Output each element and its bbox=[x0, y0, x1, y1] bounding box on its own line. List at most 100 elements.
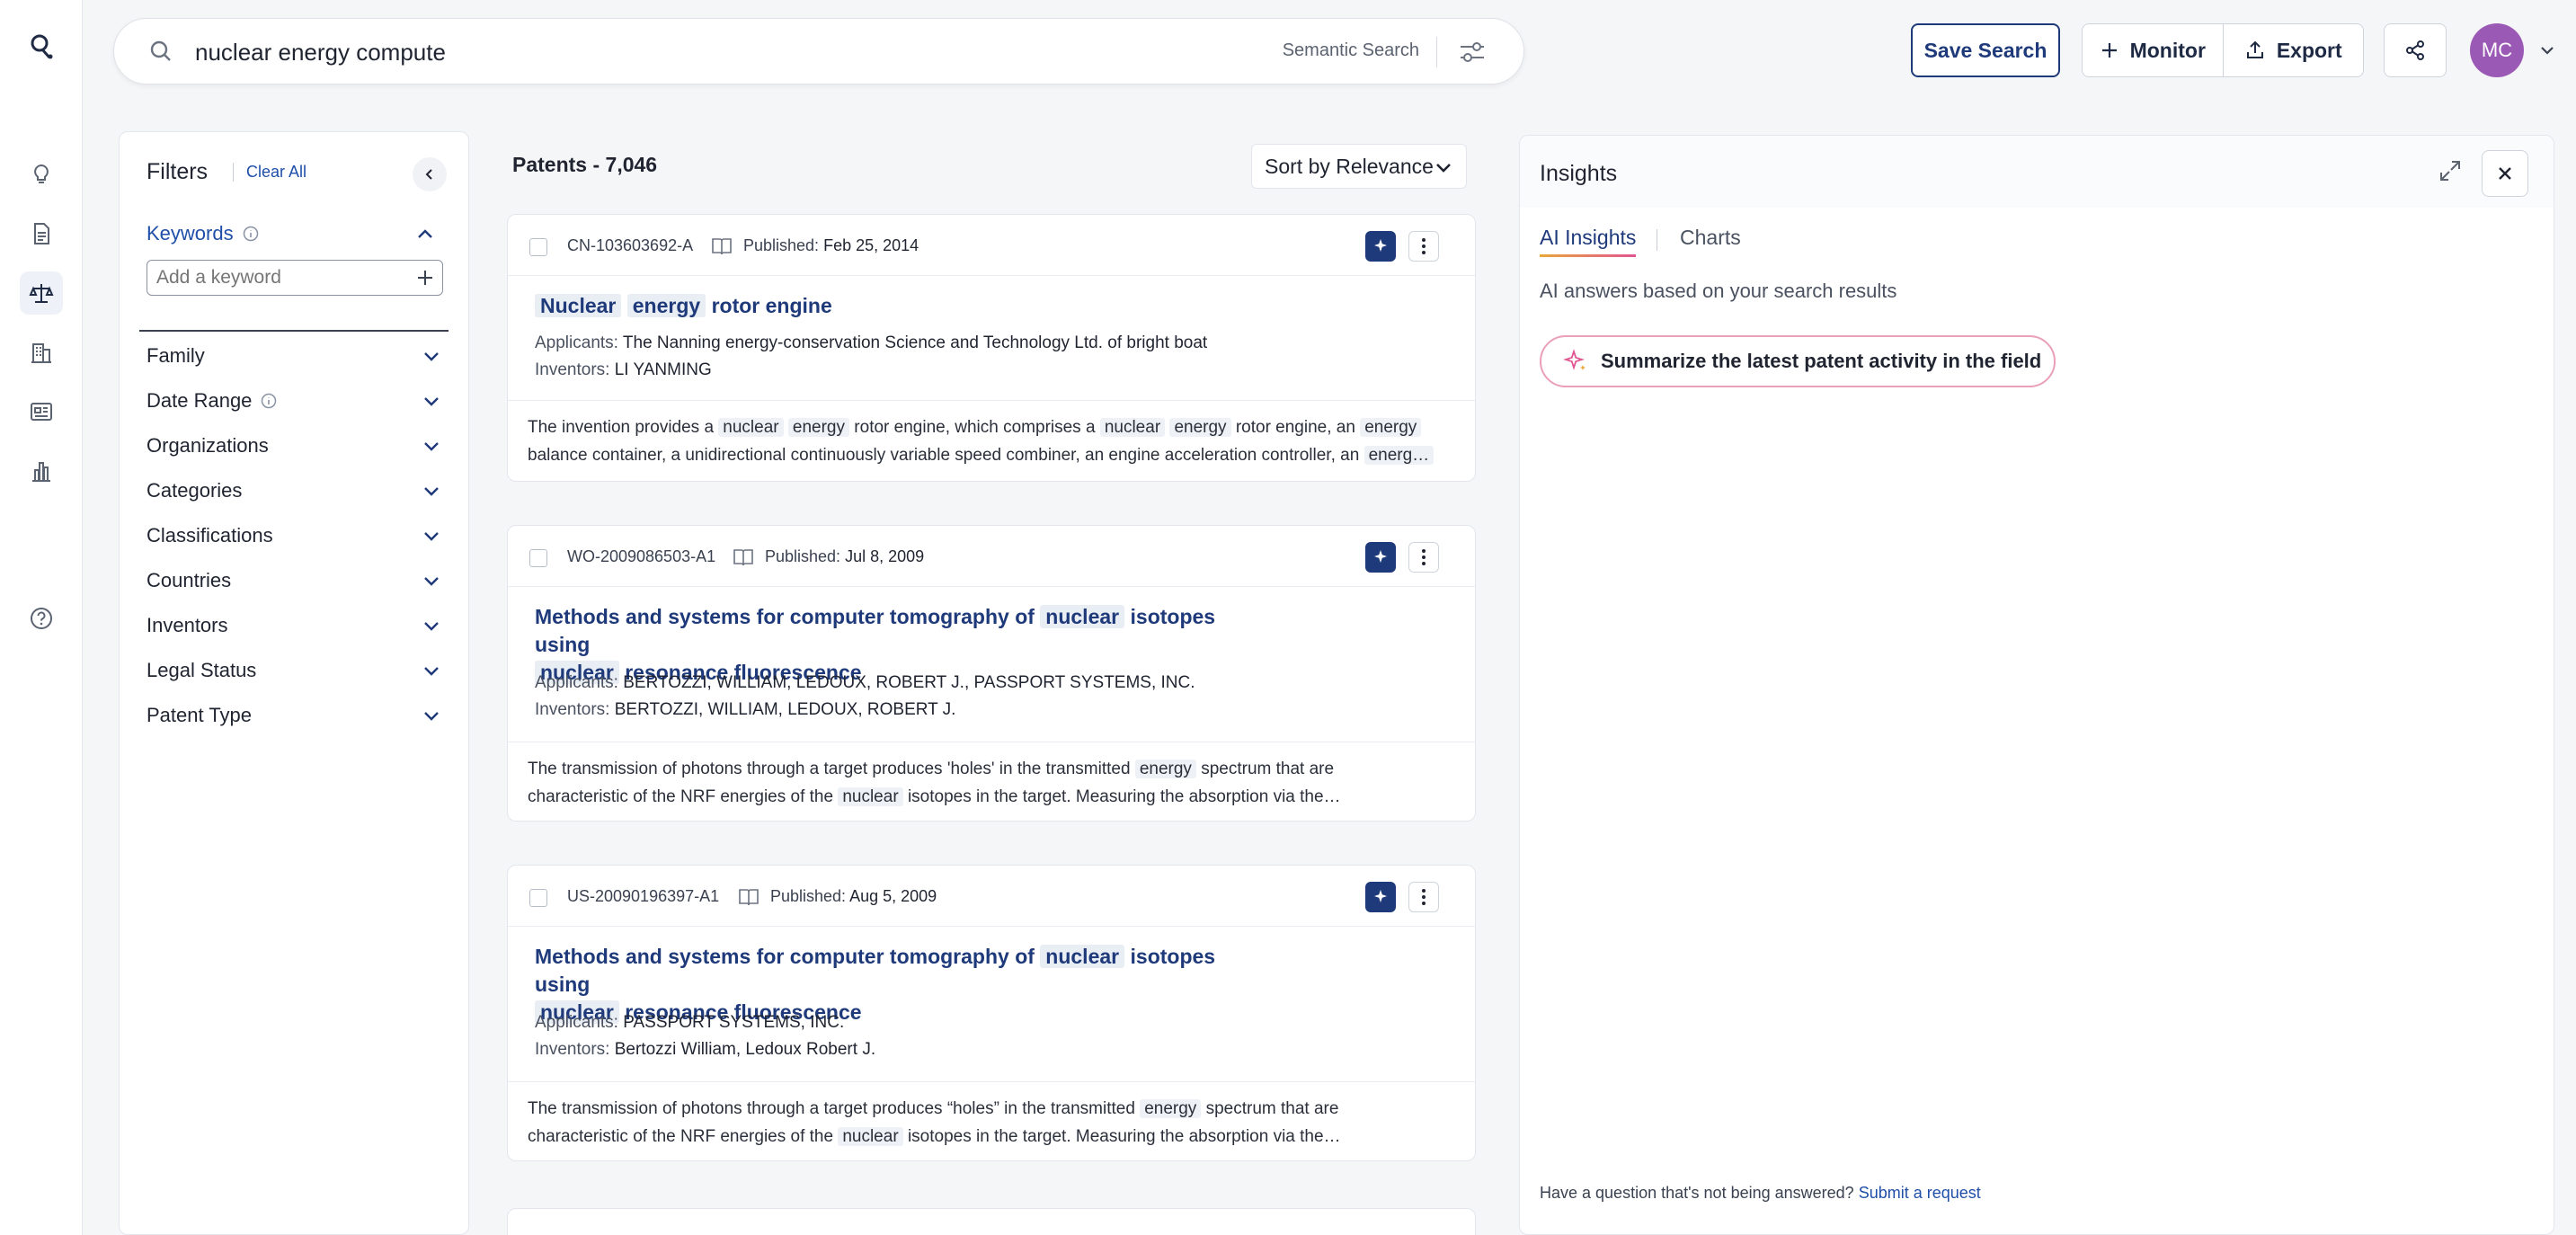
chevron-down-icon bbox=[424, 487, 439, 496]
search-input[interactable] bbox=[195, 31, 1274, 73]
facet-patent-type[interactable]: Patent Type bbox=[147, 700, 443, 731]
inventors: Inventors: LI YANMING bbox=[535, 360, 712, 379]
sliders-icon[interactable] bbox=[1457, 37, 1488, 67]
select-checkbox[interactable] bbox=[529, 238, 547, 256]
facet-label: Classifications bbox=[147, 524, 273, 546]
help-icon[interactable] bbox=[20, 597, 63, 640]
more-options-button[interactable] bbox=[1408, 882, 1439, 912]
search-divider bbox=[1436, 37, 1437, 67]
facet-classifications[interactable]: Classifications bbox=[147, 520, 443, 551]
plus-icon bbox=[2101, 43, 2117, 58]
facet-inventors[interactable]: Inventors bbox=[147, 610, 443, 641]
chevron-down-icon bbox=[424, 667, 439, 676]
info-icon bbox=[262, 393, 277, 409]
chevron-down-icon bbox=[424, 532, 439, 541]
facet-label: Inventors bbox=[147, 614, 228, 636]
upload-icon bbox=[2246, 40, 2263, 58]
insights-panel: Insights AI Insights Charts AI answers b… bbox=[1519, 135, 2554, 1235]
chevron-down-icon bbox=[424, 442, 439, 451]
chevron-down-icon bbox=[424, 712, 439, 721]
close-icon bbox=[2499, 167, 2511, 180]
keyword-input[interactable] bbox=[156, 264, 408, 291]
facet-legal-status[interactable]: Legal Status bbox=[147, 655, 443, 686]
published-date: Published: Feb 25, 2014 bbox=[743, 236, 919, 254]
book-icon bbox=[712, 238, 732, 255]
lightbulb-icon[interactable] bbox=[20, 153, 63, 196]
tab-ai-insights[interactable]: AI Insights bbox=[1540, 226, 1637, 257]
document-icon[interactable] bbox=[20, 212, 63, 255]
left-nav-rail bbox=[0, 0, 83, 1235]
sparkle-icon bbox=[1374, 890, 1387, 902]
patent-card-partial bbox=[507, 1208, 1476, 1235]
book-icon bbox=[733, 549, 753, 566]
facet-label: Date Range bbox=[147, 389, 253, 412]
app-logo-icon[interactable] bbox=[20, 25, 63, 68]
share-button[interactable] bbox=[2384, 23, 2447, 77]
facet-label: Categories bbox=[147, 479, 243, 502]
insights-subtitle: AI answers based on your search results bbox=[1540, 280, 1897, 302]
expand-icon[interactable] bbox=[2437, 157, 2464, 184]
chevron-up-icon[interactable] bbox=[413, 222, 438, 247]
chevron-down-icon[interactable] bbox=[2536, 40, 2558, 61]
inventors: Inventors: Bertozzi William, Ledoux Robe… bbox=[535, 1040, 876, 1059]
facet-family[interactable]: Family bbox=[147, 341, 443, 371]
more-options-button[interactable] bbox=[1408, 231, 1439, 262]
results-count: Patents - 7,046 bbox=[512, 153, 658, 176]
chevron-left-icon bbox=[425, 169, 432, 180]
user-avatar[interactable]: MC bbox=[2470, 23, 2524, 77]
book-icon bbox=[739, 889, 759, 906]
ai-sparkle-button[interactable] bbox=[1365, 882, 1396, 912]
select-checkbox[interactable] bbox=[529, 549, 547, 567]
published-date: Published: Aug 5, 2009 bbox=[770, 887, 937, 905]
facet-label: Organizations bbox=[147, 434, 269, 457]
patent-title[interactable]: Nuclear energy rotor engine bbox=[535, 292, 1254, 320]
submit-request-link[interactable]: Submit a request bbox=[1859, 1184, 1981, 1202]
keyword-input-wrapper bbox=[147, 260, 443, 296]
patent-number[interactable]: CN-103603692-A bbox=[567, 236, 693, 255]
monitor-button[interactable]: Monitor bbox=[2083, 24, 2223, 76]
chevron-down-icon bbox=[424, 352, 439, 361]
kebab-menu-icon bbox=[1422, 889, 1426, 905]
keywords-section-toggle[interactable]: Keywords bbox=[147, 222, 259, 245]
collapse-filters-button[interactable] bbox=[413, 157, 447, 191]
tab-charts[interactable]: Charts bbox=[1680, 226, 1741, 250]
semantic-search-label[interactable]: Semantic Search bbox=[1283, 40, 1419, 61]
patent-number[interactable]: US-20090196397-A1 bbox=[567, 887, 719, 906]
clear-all-link[interactable]: Clear All bbox=[233, 163, 306, 182]
patents-scale-icon[interactable] bbox=[20, 271, 63, 315]
applicants: Applicants: BERTOZZI, WILLIAM, LEDOUX, R… bbox=[535, 673, 1195, 692]
bar-chart-icon[interactable] bbox=[20, 449, 63, 493]
export-button[interactable]: Export bbox=[2222, 24, 2364, 76]
export-label: Export bbox=[2276, 38, 2342, 62]
more-options-button[interactable] bbox=[1408, 542, 1439, 573]
facet-organizations[interactable]: Organizations bbox=[147, 431, 443, 461]
kebab-menu-icon bbox=[1422, 238, 1426, 254]
monitor-label: Monitor bbox=[2129, 38, 2206, 62]
monitor-export-group: Monitor Export bbox=[2082, 23, 2364, 77]
news-icon[interactable] bbox=[20, 390, 63, 433]
chevron-down-icon bbox=[1436, 164, 1451, 173]
facet-label: Legal Status bbox=[147, 659, 257, 681]
save-search-button[interactable]: Save Search bbox=[1911, 23, 2060, 77]
sort-dropdown[interactable]: Sort by Relevance bbox=[1251, 144, 1467, 189]
ai-sparkle-button[interactable] bbox=[1365, 231, 1396, 262]
patent-number[interactable]: WO-2009086503-A1 bbox=[567, 547, 715, 566]
facet-categories[interactable]: Categories bbox=[147, 475, 443, 506]
share-icon bbox=[2406, 40, 2424, 60]
patent-abstract: The transmission of photons through a ta… bbox=[508, 1081, 1475, 1163]
patent-abstract: The invention provides a nuclear energy … bbox=[508, 400, 1475, 482]
select-checkbox[interactable] bbox=[529, 889, 547, 907]
suggestion-chip[interactable]: Summarize the latest patent activity in … bbox=[1540, 335, 2056, 387]
card-header: US-20090196397-A1 Published: Aug 5, 2009 bbox=[508, 866, 1475, 927]
chevron-down-icon bbox=[424, 397, 439, 406]
add-keyword-icon[interactable] bbox=[415, 268, 435, 288]
organizations-icon[interactable] bbox=[20, 331, 63, 374]
applicants: Applicants: PASSPORT SYSTEMS, INC. bbox=[535, 1013, 845, 1032]
sparkle-icon bbox=[1563, 349, 1586, 370]
patent-card: CN-103603692-A Published: Feb 25, 2014 N… bbox=[507, 214, 1476, 482]
sparkle-icon bbox=[1374, 239, 1387, 252]
ai-sparkle-button[interactable] bbox=[1365, 542, 1396, 573]
facet-countries[interactable]: Countries bbox=[147, 565, 443, 596]
close-insights-button[interactable] bbox=[2482, 150, 2528, 197]
facet-date-range[interactable]: Date Range bbox=[147, 386, 443, 416]
